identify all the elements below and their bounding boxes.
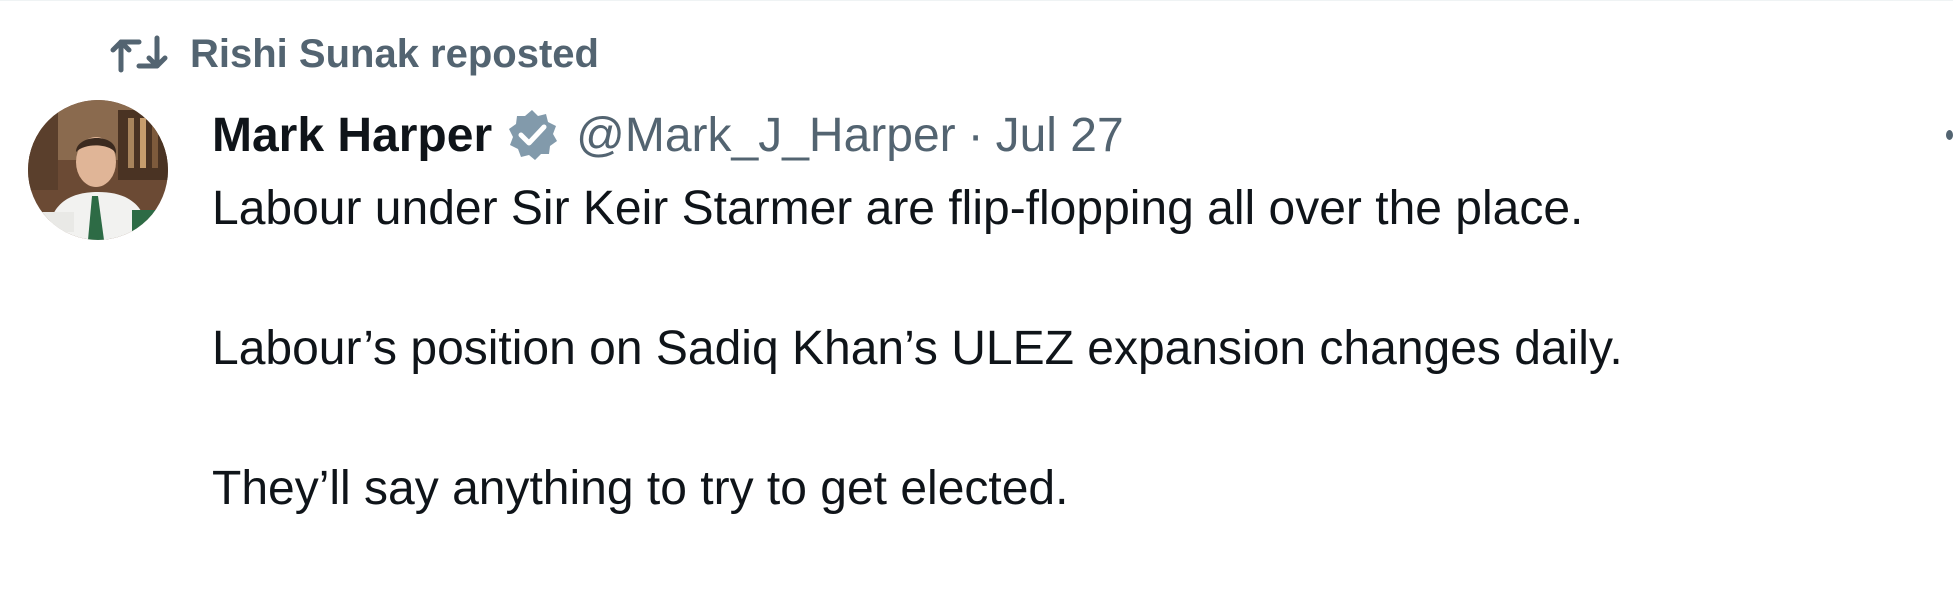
- verified-badge-icon[interactable]: [504, 107, 560, 163]
- tweet-paragraph: They’ll say anything to try to get elect…: [212, 462, 1069, 515]
- repost-context[interactable]: Rishi Sunak reposted: [110, 30, 599, 78]
- post-timestamp[interactable]: Jul 27: [996, 108, 1124, 163]
- avatar[interactable]: [28, 100, 168, 240]
- author-handle[interactable]: @Mark_J_Harper: [576, 108, 956, 163]
- tweet-card[interactable]: Rishi Sunak reposted Mark Harper @Mark_J…: [0, 0, 1953, 557]
- tweet-text: Labour under Sir Keir Starmer are flip-f…: [212, 178, 1912, 598]
- tweet-paragraph: Labour under Sir Keir Starmer are flip-f…: [212, 182, 1584, 235]
- tweet-header: Mark Harper @Mark_J_Harper · Jul 27: [212, 104, 1124, 166]
- tweet-paragraph: Labour’s position on Sadiq Khan’s ULEZ e…: [212, 322, 1623, 375]
- repost-icon: [110, 30, 168, 78]
- repost-label: Rishi Sunak reposted: [190, 31, 599, 76]
- author-display-name[interactable]: Mark Harper: [212, 108, 492, 163]
- separator-dot: ·: [967, 108, 984, 162]
- more-options-icon[interactable]: [1946, 130, 1953, 140]
